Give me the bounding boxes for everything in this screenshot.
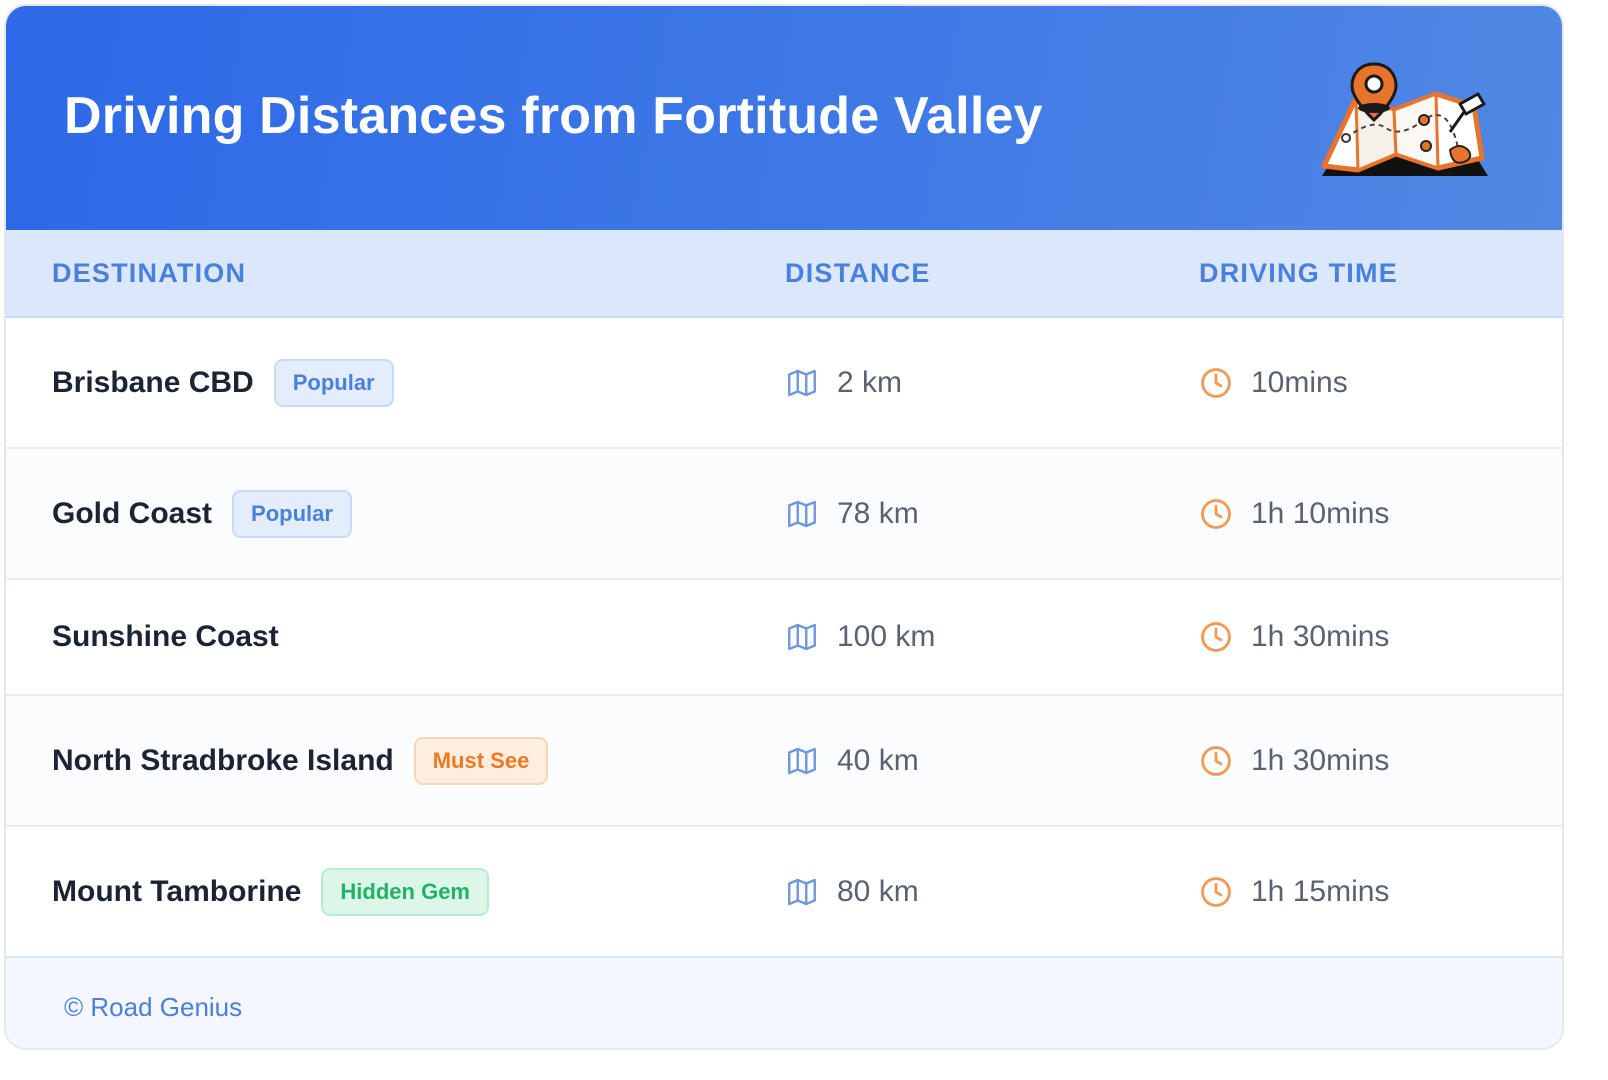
hidden-gem-badge: Hidden Gem bbox=[321, 867, 489, 916]
destination-cell: Sunshine Coast bbox=[52, 620, 279, 654]
destination-name: Mount Tamborine bbox=[52, 874, 302, 908]
table-row: Mount Tamborine Hidden Gem 80 km 1h 15mi… bbox=[6, 827, 1562, 956]
map-icon bbox=[788, 878, 816, 905]
time-value: 1h 10mins bbox=[1251, 496, 1390, 530]
time-cell: 10mins bbox=[1199, 366, 1348, 400]
distance-cell: 80 km bbox=[785, 875, 919, 909]
time-value: 1h 30mins bbox=[1251, 743, 1390, 777]
clock-icon bbox=[1201, 367, 1231, 398]
distance-cell: 100 km bbox=[785, 620, 935, 654]
destination-name: Brisbane CBD bbox=[52, 365, 254, 399]
clock-icon bbox=[1201, 876, 1231, 907]
distance-value: 40 km bbox=[837, 743, 919, 777]
table-row: Brisbane CBD Popular 2 km 10mins bbox=[6, 318, 1562, 449]
time-value: 1h 15mins bbox=[1251, 874, 1390, 908]
distance-value: 80 km bbox=[837, 874, 919, 908]
time-cell: 1h 15mins bbox=[1199, 875, 1389, 909]
page-title: Driving Distances from Fortitude Valley bbox=[64, 87, 1043, 145]
destination-cell: Gold Coast Popular bbox=[52, 489, 352, 538]
popular-badge: Popular bbox=[273, 358, 394, 407]
distance-card: Driving Distances from Fortitude Valley bbox=[4, 4, 1564, 1050]
distance-cell: 78 km bbox=[785, 497, 919, 531]
clock-icon bbox=[1201, 498, 1231, 529]
destination-cell: Brisbane CBD Popular bbox=[52, 358, 394, 407]
table-row: Sunshine Coast 100 km 1h 30mins bbox=[6, 580, 1562, 696]
clock-icon bbox=[1201, 745, 1231, 776]
time-value: 1h 30mins bbox=[1251, 620, 1390, 653]
distance-value: 2 km bbox=[837, 365, 903, 399]
map-icon bbox=[788, 369, 816, 396]
map-icon bbox=[788, 500, 816, 527]
destination-cell: Mount Tamborine Hidden Gem bbox=[52, 867, 489, 916]
time-value: 10mins bbox=[1251, 365, 1348, 399]
map-pin-icon bbox=[1321, 62, 1488, 176]
map-icon bbox=[788, 623, 816, 651]
time-cell: 1h 10mins bbox=[1199, 497, 1389, 531]
copyright-link[interactable]: © Road Genius bbox=[64, 992, 242, 1023]
must-see-badge: Must See bbox=[413, 736, 549, 785]
table-row: Gold Coast Popular 78 km 1h 10mins bbox=[6, 449, 1562, 580]
table-row: North Stradbroke Island Must See 40 km 1… bbox=[6, 696, 1562, 827]
distance-cell: 40 km bbox=[785, 744, 919, 778]
clock-icon bbox=[1201, 622, 1231, 652]
distance-cell: 2 km bbox=[785, 366, 902, 400]
map-icon bbox=[788, 747, 816, 774]
header-banner: Driving Distances from Fortitude Valley bbox=[6, 6, 1562, 230]
distance-value: 78 km bbox=[837, 496, 919, 530]
time-cell: 1h 30mins bbox=[1199, 620, 1389, 654]
table-header: DESTINATION DISTANCE DRIVING TIME bbox=[6, 230, 1562, 318]
column-header-destination[interactable]: DESTINATION bbox=[52, 258, 246, 289]
destination-cell: North Stradbroke Island Must See bbox=[52, 736, 549, 785]
destination-name: Gold Coast bbox=[52, 496, 213, 530]
time-cell: 1h 30mins bbox=[1199, 744, 1389, 778]
popular-badge: Popular bbox=[232, 489, 352, 538]
column-header-distance[interactable]: DISTANCE bbox=[785, 258, 931, 289]
destination-name: Sunshine Coast bbox=[52, 620, 279, 653]
column-header-driving-time[interactable]: DRIVING TIME bbox=[1199, 258, 1398, 289]
footer: © Road Genius bbox=[6, 956, 1562, 1048]
distance-value: 100 km bbox=[837, 620, 936, 653]
destination-name: North Stradbroke Island bbox=[52, 743, 394, 777]
